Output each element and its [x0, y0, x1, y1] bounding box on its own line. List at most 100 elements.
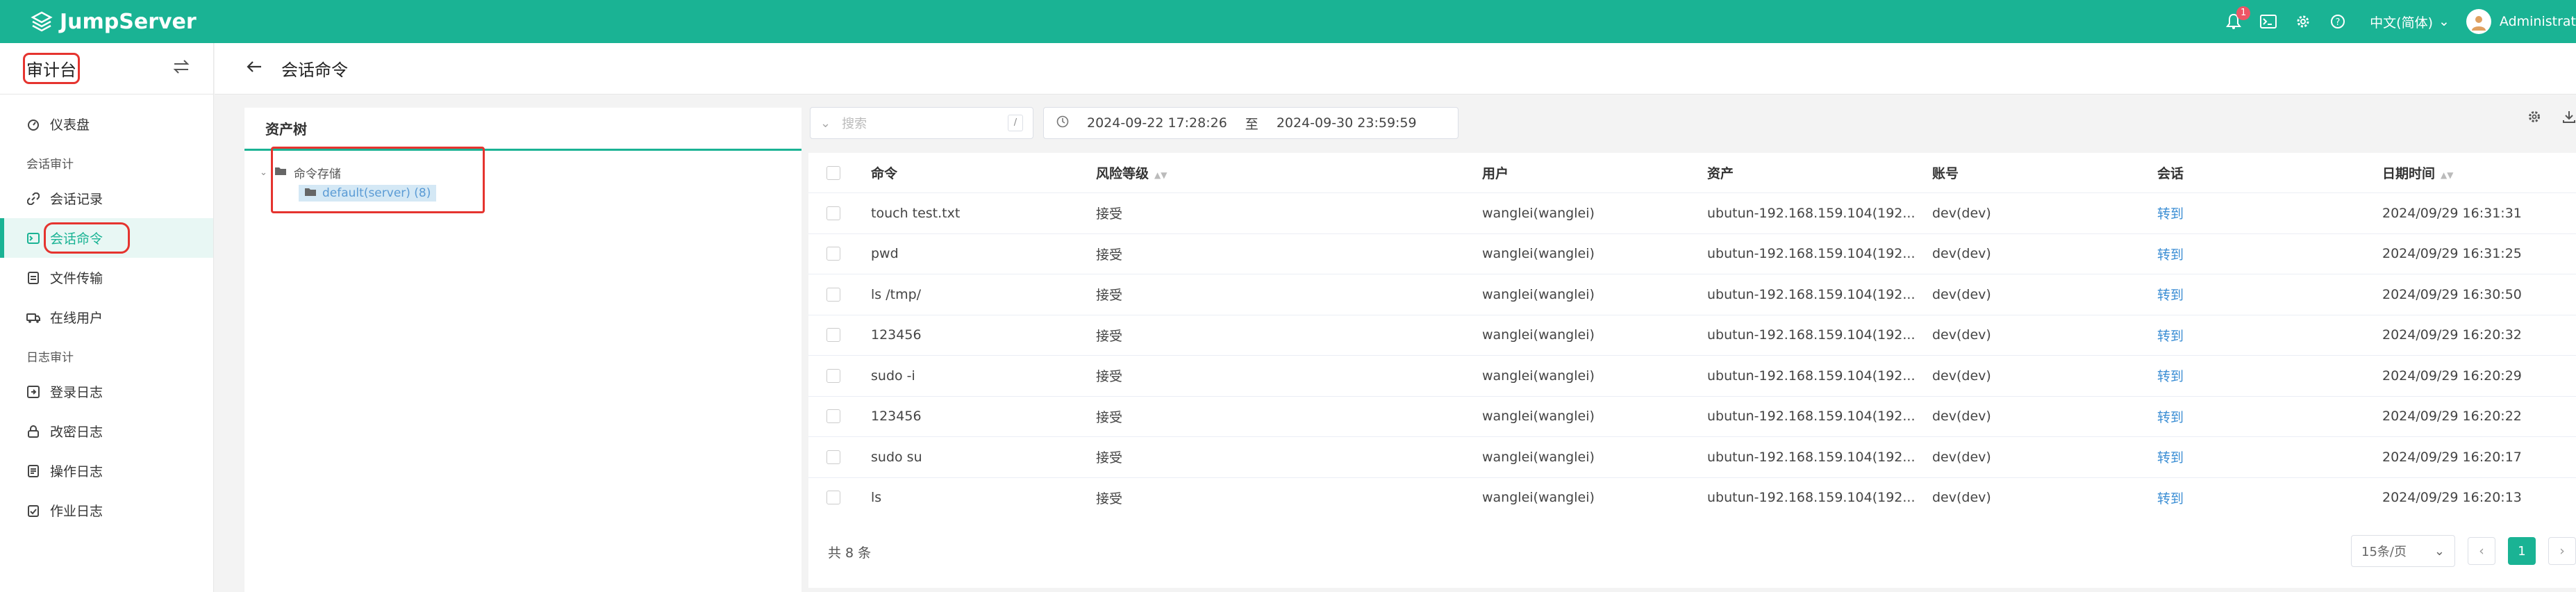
session-goto-link[interactable]: 转到	[2157, 488, 2366, 507]
date-range-picker[interactable]: 2024-09-22 17:28:26 至 2024-09-30 23:59:5…	[1043, 107, 1459, 139]
row-checkbox[interactable]	[826, 491, 840, 505]
cell-risk-level: 接受	[1096, 409, 1123, 425]
cell-datetime: 2024/09/29 16:31:25	[2382, 246, 2522, 262]
chevron-down-icon[interactable]: ⌄	[820, 116, 831, 131]
sidebar-item-label: 作业日志	[50, 504, 103, 519]
sidebar-item-label: 操作日志	[50, 464, 103, 479]
row-checkbox[interactable]	[826, 206, 840, 220]
session-goto-link[interactable]: 转到	[2157, 204, 2366, 222]
date-from[interactable]: 2024-09-22 17:28:26	[1087, 115, 1227, 131]
cell-asset: ubutun-192.168.159.104(192....	[1707, 409, 1916, 425]
search-input[interactable]: ⌄ 搜索 /	[810, 107, 1033, 139]
row-checkbox[interactable]	[826, 368, 840, 383]
cell-risk-level: 接受	[1096, 247, 1123, 263]
cell-account: dev(dev)	[1932, 246, 1991, 262]
cell-asset: ubutun-192.168.159.104(192....	[1707, 246, 1916, 262]
cell-account: dev(dev)	[1932, 368, 1991, 384]
cell-asset: ubutun-192.168.159.104(192....	[1707, 327, 1916, 343]
lock-icon	[26, 425, 40, 438]
operation-log-icon	[26, 464, 40, 478]
settings-gear-icon[interactable]	[2293, 12, 2313, 31]
sidebar-item-session-records[interactable]: 会话记录	[0, 179, 213, 218]
page-header: 会话命令	[215, 43, 2576, 94]
switch-view-icon[interactable]	[173, 59, 190, 78]
cell-command: ls	[871, 490, 882, 506]
pagination: 15条/页 ⌄ ‹ 1 ›	[2351, 535, 2576, 567]
table-header-row: 命令 风险等级 ▲▼ 用户 资产 账号 会话 日期时间 ▲▼	[808, 153, 2576, 193]
cell-asset: ubutun-192.168.159.104(192....	[1707, 449, 1916, 465]
current-page-button[interactable]: 1	[2508, 537, 2536, 565]
table-row[interactable]: pwd 接受 wanglei(wanglei) ubutun-192.168.159.…	[808, 234, 2576, 274]
column-header-user[interactable]: 用户	[1482, 163, 1690, 182]
sort-icon[interactable]: ▲▼	[2441, 170, 2453, 180]
date-separator: 至	[1245, 116, 1258, 132]
user-name: Administrat	[2499, 14, 2576, 29]
sidebar-item-label: 文件传输	[50, 271, 103, 286]
sidebar-item-operation-log[interactable]: 操作日志	[0, 451, 213, 491]
notification-bell-icon[interactable]: 1	[2224, 6, 2251, 31]
session-goto-link[interactable]: 转到	[2157, 245, 2366, 263]
cell-command: pwd	[871, 246, 899, 262]
sidebar-item-login-log[interactable]: 登录日志	[0, 372, 213, 411]
page-title: 会话命令	[281, 60, 348, 80]
table-row[interactable]: ls /tmp/接受 wanglei(wanglei) ubutun-192.168…	[808, 274, 2576, 315]
select-all-checkbox[interactable]	[826, 165, 840, 180]
page-size-select[interactable]: 15条/页 ⌄	[2351, 535, 2455, 567]
session-goto-link[interactable]: 转到	[2157, 447, 2366, 466]
row-checkbox[interactable]	[826, 450, 840, 464]
sidebar-item-file-transfer[interactable]: 文件传输	[0, 258, 213, 297]
user-menu[interactable]: Administrat	[2466, 9, 2576, 34]
date-to[interactable]: 2024-09-30 23:59:59	[1277, 115, 1417, 131]
sidebar-header: 审计台	[0, 43, 213, 94]
row-checkbox[interactable]	[826, 247, 840, 261]
session-goto-link[interactable]: 转到	[2157, 366, 2366, 385]
prev-page-button[interactable]: ‹	[2468, 537, 2495, 565]
table-row[interactable]: 123456 接受 wanglei(wanglei) ubutun-192.168.1…	[808, 315, 2576, 356]
table-row[interactable]: sudo -i 接受 wanglei(wanglei) ubutun-192.168.…	[808, 356, 2576, 397]
jumpserver-logo-icon	[31, 11, 53, 32]
session-goto-link[interactable]: 转到	[2157, 285, 2366, 304]
table-settings-icon[interactable]	[2527, 110, 2541, 127]
language-selector[interactable]: 中文(简体) ⌄	[2370, 13, 2450, 31]
sidebar-item-online-users[interactable]: 在线用户	[0, 297, 213, 337]
table-row[interactable]: touch test.txt 接受 wanglei(wanglei) ubutun-1…	[808, 193, 2576, 234]
sort-icon[interactable]: ▲▼	[1154, 170, 1167, 180]
sidebar-item-label: 仪表盘	[50, 117, 90, 133]
sidebar-item-password-change-log[interactable]: 改密日志	[0, 411, 213, 451]
brand[interactable]: JumpServer	[0, 10, 197, 34]
row-checkbox[interactable]	[826, 409, 840, 424]
cell-account: dev(dev)	[1932, 409, 1991, 425]
next-page-button[interactable]: ›	[2548, 537, 2576, 565]
cell-user: wanglei(wanglei)	[1482, 286, 1595, 302]
row-checkbox[interactable]	[826, 287, 840, 302]
table-row[interactable]: 123456 接受 wanglei(wanglei) ubutun-192.168.1…	[808, 397, 2576, 437]
sidebar-item-dashboard[interactable]: 仪表盘	[0, 104, 213, 144]
sidebar-item-job-log[interactable]: 作业日志	[0, 491, 213, 530]
cell-risk-level: 接受	[1096, 206, 1123, 222]
back-arrow-icon[interactable]	[247, 60, 262, 76]
download-icon[interactable]	[2562, 110, 2576, 127]
cell-user: wanglei(wanglei)	[1482, 246, 1595, 262]
column-header-asset[interactable]: 资产	[1707, 163, 1916, 182]
help-icon[interactable]: ?	[2328, 12, 2348, 31]
sidebar-item-session-commands[interactable]: 会话命令	[0, 218, 213, 258]
session-goto-link[interactable]: 转到	[2157, 407, 2366, 426]
session-goto-link[interactable]: 转到	[2157, 326, 2366, 345]
table-row[interactable]: ls 接受 wanglei(wanglei) ubutun-192.168.159.1…	[808, 478, 2576, 518]
column-header-account[interactable]: 账号	[1932, 163, 2141, 182]
total-count: 共 8 条	[828, 545, 872, 561]
table-row[interactable]: sudo su 接受 wanglei(wanglei) ubutun-192.168.…	[808, 437, 2576, 478]
brand-name: JumpServer	[60, 9, 197, 34]
row-checkbox[interactable]	[826, 328, 840, 343]
web-terminal-icon[interactable]	[2259, 12, 2278, 31]
cell-datetime: 2024/09/29 16:20:32	[2382, 327, 2522, 343]
search-placeholder: 搜索	[842, 117, 867, 131]
column-header-datetime[interactable]: 日期时间 ▲▼	[2382, 163, 2576, 182]
cell-datetime: 2024/09/29 16:31:31	[2382, 205, 2522, 221]
caret-down-icon[interactable]: ⌄	[260, 167, 267, 178]
command-table: 命令 风险等级 ▲▼ 用户 资产 账号 会话 日期时间 ▲▼ touch test.…	[808, 153, 2576, 518]
column-header-command[interactable]: 命令	[871, 163, 1079, 182]
cell-command: sudo su	[871, 449, 922, 465]
column-header-risk-level[interactable]: 风险等级 ▲▼	[1096, 163, 1374, 182]
column-header-session[interactable]: 会话	[2157, 163, 2366, 182]
